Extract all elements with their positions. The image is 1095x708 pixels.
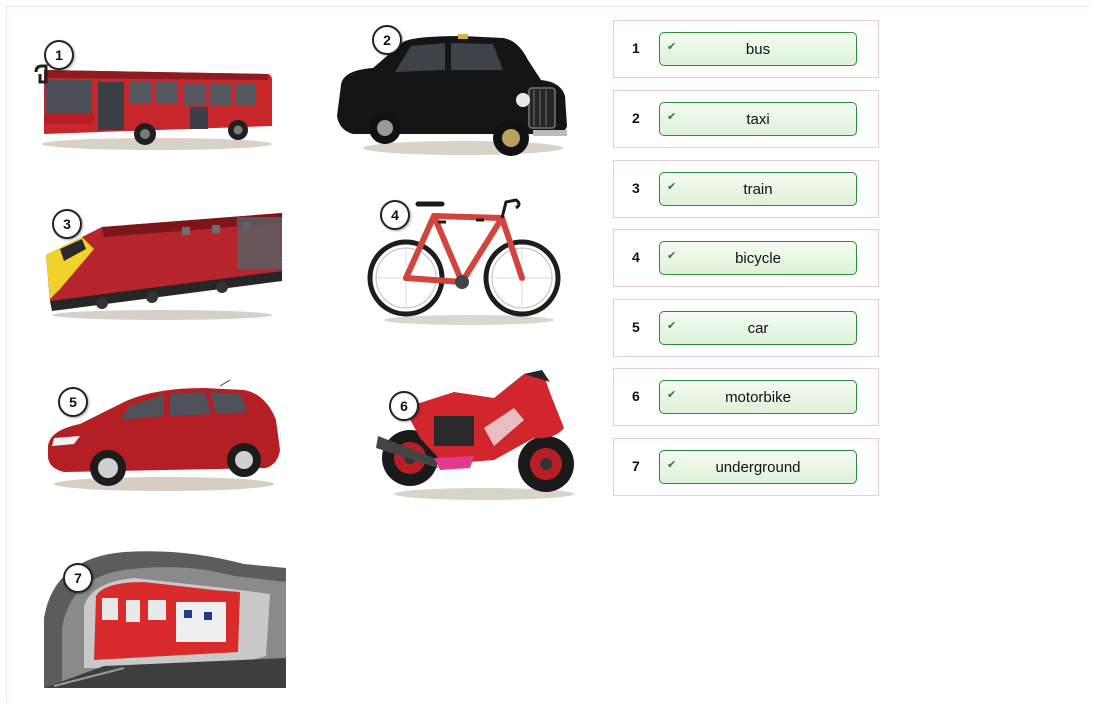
picture-number-badge: 5 [58,387,88,417]
picture-bus [32,52,277,152]
picture-taxi [333,30,573,160]
answer-row: 2 ✔ taxi [613,90,879,148]
check-icon: ✔ [667,250,677,262]
check-icon: ✔ [667,389,677,401]
picture-number-badge: 4 [380,200,410,230]
check-icon: ✔ [667,181,677,193]
answer-word: bicycle [735,249,781,267]
answer-word: car [747,319,769,337]
answer-box-motorbike[interactable]: ✔ motorbike [659,380,857,414]
row-number: 4 [632,249,640,265]
answer-word: bus [745,40,771,58]
row-number: 7 [632,458,640,474]
picture-number-badge: 1 [44,40,74,70]
check-icon: ✔ [667,111,677,123]
answer-row: 1 ✔ bus [613,20,879,78]
answer-box-bicycle[interactable]: ✔ bicycle [659,241,857,275]
motorbike-icon [376,370,574,500]
answer-word: train [743,180,773,198]
answer-row: 5 ✔ car [613,299,879,357]
row-number: 2 [632,110,640,126]
answer-box-underground[interactable]: ✔ underground [659,450,857,484]
answer-word: motorbike [725,388,791,406]
answer-row: 7 ✔ underground [613,438,879,496]
picture-motorbike [374,368,584,503]
picture-number-badge: 3 [52,209,82,239]
row-number: 1 [632,40,640,56]
answer-box-taxi[interactable]: ✔ taxi [659,102,857,136]
check-icon: ✔ [667,41,677,53]
answer-box-train[interactable]: ✔ train [659,172,857,206]
answer-row: 6 ✔ motorbike [613,368,879,426]
answer-row: 4 ✔ bicycle [613,229,879,287]
check-icon: ✔ [667,459,677,471]
row-number: 3 [632,180,640,196]
answer-word: taxi [746,110,770,128]
bus-icon [34,64,272,150]
answer-box-car[interactable]: ✔ car [659,311,857,345]
picture-number-badge: 6 [389,391,419,421]
row-number: 6 [632,388,640,404]
picture-number-badge: 2 [372,25,402,55]
picture-number-badge: 7 [63,563,93,593]
answer-row: 3 ✔ train [613,160,879,218]
row-number: 5 [632,319,640,335]
check-icon: ✔ [667,320,677,332]
answer-box-bus[interactable]: ✔ bus [659,32,857,66]
answer-word: underground [715,458,801,476]
taxi-icon [337,34,567,156]
